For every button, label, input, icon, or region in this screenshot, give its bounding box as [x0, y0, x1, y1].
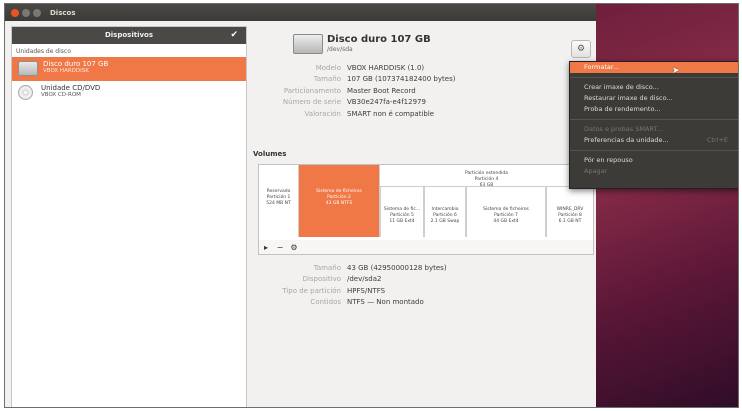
- disk-header: Disco duro 107 GB /dev/sda: [327, 34, 431, 53]
- devices-sidebar: Dispositivos ✔ Unidades de disco Disco d…: [11, 26, 247, 407]
- volumes-map: Reservado Partición 1 524 MB NT Sistema de…: [258, 164, 594, 242]
- hard-disk-icon: [18, 61, 38, 76]
- disk-context-menu: Formatar... Crear imaxe de disco... Rest…: [569, 61, 738, 189]
- menu-item-smart[interactable]: Datos e probas SMART...: [570, 124, 738, 135]
- property-label: Modelo: [315, 63, 341, 72]
- menu-item-restore-image[interactable]: Restaurar imaxe de disco...: [570, 93, 738, 104]
- property-value: /dev/sda2: [347, 275, 382, 284]
- partition-segment[interactable]: Reservado Partición 1 524 MB NT: [259, 165, 299, 237]
- menu-separator: [570, 150, 738, 151]
- menu-item-format[interactable]: Formatar...: [570, 62, 738, 73]
- property-label: Particionamento: [283, 86, 341, 95]
- volumes-heading: Volumes: [253, 150, 287, 158]
- menu-item-benchmark[interactable]: Proba de rendemento...: [570, 104, 738, 115]
- drive-sub: VBOX CD-ROM: [41, 92, 81, 98]
- property-row: Modelo VBOX HARDDISK (1.0): [249, 62, 579, 74]
- play-icon[interactable]: ▸: [259, 243, 273, 252]
- property-label: Tamaño: [313, 75, 341, 84]
- sidebar-item-hard-disk[interactable]: Disco duro 107 GB VBOX HARDDISK: [12, 57, 246, 81]
- property-label: Contidos: [310, 298, 341, 307]
- property-value: 107 GB (107374182400 bytes): [347, 75, 456, 84]
- partition-segment[interactable]: Sistema de fic... Partición 5 11 GB Ext4: [380, 187, 424, 237]
- menu-item-create-image[interactable]: Crear imaxe de disco...: [570, 82, 738, 93]
- disk-details: Disco duro 107 GB /dev/sda ⚙ Modelo VBOX …: [249, 26, 594, 406]
- gear-icon: ⚙: [576, 44, 586, 54]
- property-value: VBOX HARDDISK (1.0): [347, 63, 425, 72]
- sidebar-item-cd-dvd[interactable]: Unidade CD/DVD VBOX CD-ROM: [12, 81, 246, 105]
- hard-disk-icon: [293, 34, 323, 54]
- menu-item-standby[interactable]: Pór en repouso: [570, 155, 738, 166]
- property-value: NTFS — Non montado: [347, 298, 424, 307]
- disk-menu-button[interactable]: ⚙: [571, 40, 591, 58]
- volume-properties: Tamaño 43 GB (42950000128 bytes) Disposit…: [249, 262, 579, 308]
- partition-segment[interactable]: Intercambio Partición 6 2.1 GB Swap: [424, 187, 466, 237]
- menu-item-power-off[interactable]: Apagar: [570, 166, 738, 177]
- sidebar-header-label: Dispositivos: [104, 31, 154, 39]
- menu-accelerator: Ctrl+E: [706, 136, 728, 144]
- property-row: Número de serie VB30e247fa-e4f12979: [249, 97, 579, 109]
- screenshot-frame: Discos Dispositivos ✔ Unidades de disco …: [4, 3, 739, 408]
- property-label: Valoración: [304, 109, 341, 118]
- extended-partition[interactable]: Partición estendida Partición 4 63 GB: [380, 165, 593, 188]
- property-row: Dispositivo/dev/sda2: [249, 274, 579, 286]
- partition-segment[interactable]: WINRE_DRV Partición 8 6.1 GB NT: [546, 187, 593, 237]
- drive-sub: VBOX HARDDISK: [43, 68, 89, 74]
- sidebar-section-label: Unidades de disco: [16, 48, 71, 55]
- close-button[interactable]: [11, 8, 19, 17]
- drive-name: Unidade CD/DVD: [41, 84, 101, 92]
- mouse-pointer-icon: ➤: [672, 66, 680, 76]
- property-row: Valoración SMART non é compatible: [249, 108, 579, 120]
- property-row: Tamaño 107 GB (107374182400 bytes): [249, 74, 579, 86]
- partition-segment[interactable]: Sistema de ficheiros Partición 7 44 GB Ext…: [466, 187, 546, 237]
- property-label: Tamaño: [313, 263, 341, 272]
- minimize-button[interactable]: [22, 8, 30, 17]
- disk-properties: Modelo VBOX HARDDISK (1.0) Tamaño 107 GB (…: [249, 62, 579, 120]
- maximize-button[interactable]: [33, 8, 41, 17]
- property-value: Master Boot Record: [347, 86, 416, 95]
- property-value: VB30e247fa-e4f12979: [347, 98, 426, 107]
- volume-toolbar: ▸ − ⚙: [258, 240, 594, 255]
- partition-segment-selected[interactable]: Sistema de ficheiros Partición 2 43 GB NTF…: [299, 165, 380, 237]
- property-row: Tipo de partición HPFS/NTFS: [249, 285, 579, 297]
- disk-device: /dev/sda: [327, 46, 353, 53]
- disk-title: Disco duro 107 GB: [327, 34, 431, 45]
- minus-icon[interactable]: −: [273, 243, 287, 252]
- menu-item-label: Preferencias da unidade...: [584, 136, 669, 144]
- property-label: Número de serie: [282, 98, 341, 107]
- menu-separator: [570, 77, 738, 78]
- property-row: Tamaño 43 GB (42950000128 bytes): [249, 262, 579, 274]
- menu-item-drive-settings[interactable]: Preferencias da unidade... Ctrl+E: [570, 135, 738, 146]
- property-label: Dispositivo: [302, 275, 341, 284]
- check-icon[interactable]: ✔: [230, 27, 238, 44]
- menu-separator: [570, 119, 738, 120]
- property-value: HPFS/NTFS: [347, 286, 386, 295]
- settings-icon[interactable]: ⚙: [287, 243, 301, 252]
- property-row: Contidos NTFS — Non montado: [249, 297, 579, 309]
- window-title: Discos: [50, 8, 76, 17]
- property-value: 43 GB (42950000128 bytes): [347, 263, 447, 272]
- drive-name: Disco duro 107 GB: [43, 60, 109, 68]
- title-bar: Discos: [5, 4, 596, 21]
- property-label: Tipo de partición: [282, 286, 341, 295]
- disks-window: Discos Dispositivos ✔ Unidades de disco …: [5, 4, 596, 407]
- sidebar-header: Dispositivos ✔: [12, 27, 246, 44]
- property-row: Particionamento Master Boot Record: [249, 85, 579, 97]
- optical-disc-icon: [18, 85, 33, 100]
- property-value: SMART non é compatible: [347, 109, 435, 118]
